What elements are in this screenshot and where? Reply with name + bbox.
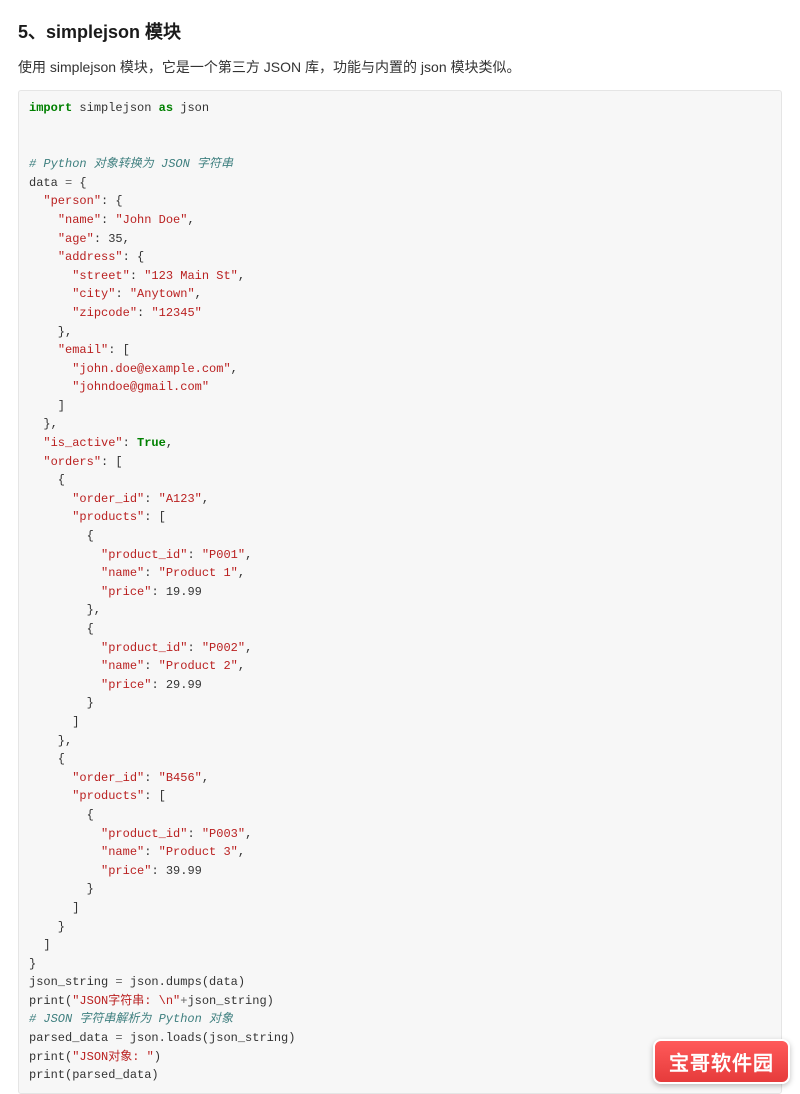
section-description: 使用 simplejson 模块，它是一个第三方 JSON 库，功能与内置的 j… — [18, 56, 782, 78]
watermark-badge: 宝哥软件园 — [653, 1039, 790, 1084]
section-heading: 5、simplejson 模块 — [18, 18, 782, 44]
article-content: 5、simplejson 模块 使用 simplejson 模块，它是一个第三方… — [0, 0, 800, 1094]
code-block: import simplejson as json # Python 对象转换为… — [18, 90, 782, 1093]
